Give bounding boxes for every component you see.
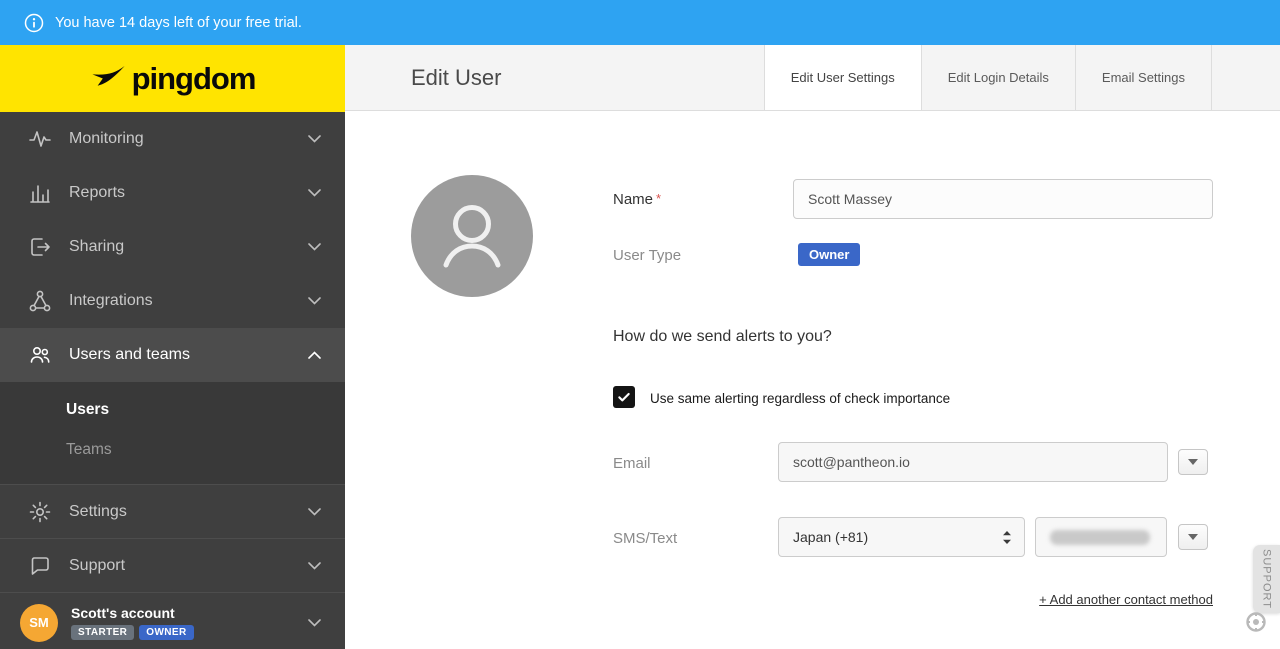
- sidebar-item-integrations[interactable]: Integrations: [0, 274, 345, 328]
- owner-badge: OWNER: [139, 625, 193, 640]
- page-header: Edit User Edit User Settings Edit Login …: [345, 45, 1280, 111]
- sidebar-item-support[interactable]: Support: [0, 538, 345, 592]
- sidebar-item-settings[interactable]: Settings: [0, 484, 345, 538]
- sms-label: SMS/Text: [613, 530, 677, 547]
- tab-label: Edit User Settings: [791, 70, 895, 85]
- redacted-phone-value: [1050, 530, 1150, 545]
- chevron-down-icon: [308, 562, 321, 570]
- sidebar-item-label: Support: [69, 557, 125, 575]
- email-input[interactable]: [778, 442, 1168, 482]
- add-contact-link[interactable]: + Add another contact method: [1039, 592, 1213, 607]
- tab-label: Edit Login Details: [948, 70, 1049, 85]
- monitoring-icon: [28, 127, 52, 151]
- chevron-down-icon: [308, 135, 321, 143]
- sidebar-item-label: Reports: [69, 184, 125, 202]
- sidebar-item-label: Sharing: [69, 238, 124, 256]
- checkmark-icon: [616, 389, 632, 405]
- support-tab[interactable]: SUPPORT: [1253, 545, 1280, 613]
- sidebar-item-reports[interactable]: Reports: [0, 166, 345, 220]
- name-input[interactable]: [793, 179, 1213, 219]
- chat-icon: [28, 554, 52, 578]
- chevron-down-icon: [308, 619, 321, 627]
- avatar: SM: [20, 604, 58, 642]
- tab-bar: Edit User Settings Edit Login Details Em…: [764, 45, 1212, 110]
- pingdom-logo[interactable]: pingdom: [0, 45, 345, 112]
- sidebar-item-label: Integrations: [69, 292, 153, 310]
- alerts-heading: How do we send alerts to you?: [613, 328, 832, 346]
- users-and-teams-submenu: Users Teams: [0, 382, 345, 484]
- integrations-icon: [28, 289, 52, 313]
- phone-input[interactable]: [1035, 517, 1167, 557]
- select-stepper-icon: [1002, 530, 1012, 545]
- same-alerting-checkbox-label: Use same alerting regardless of check im…: [650, 391, 950, 406]
- chevron-up-icon: [308, 351, 321, 359]
- trial-banner-text: You have 14 days left of your free trial…: [55, 15, 302, 31]
- chevron-down-icon: [308, 508, 321, 516]
- country-select-value: Japan (+81): [793, 529, 868, 545]
- support-beacon-icon[interactable]: [1245, 611, 1267, 633]
- gear-icon: [28, 500, 52, 524]
- tab-edit-login-details[interactable]: Edit Login Details: [921, 45, 1075, 110]
- page-title: Edit User: [411, 65, 501, 91]
- chevron-down-icon: [308, 297, 321, 305]
- tab-edit-user-settings[interactable]: Edit User Settings: [764, 45, 921, 110]
- name-label: Name*: [613, 191, 661, 208]
- sidebar-subitem-users[interactable]: Users: [0, 390, 345, 430]
- sidebar-item-label: Settings: [69, 503, 127, 521]
- country-select[interactable]: Japan (+81): [778, 517, 1025, 557]
- email-label: Email: [613, 455, 651, 472]
- info-icon: [24, 13, 44, 33]
- account-info: Scott's account STARTER OWNER: [71, 605, 194, 640]
- same-alerting-checkbox[interactable]: [613, 386, 635, 408]
- caret-down-icon: [1188, 459, 1198, 465]
- pingdom-bird-icon: [90, 65, 126, 92]
- email-options-button[interactable]: [1178, 449, 1208, 475]
- sharing-icon: [28, 235, 52, 259]
- caret-down-icon: [1188, 534, 1198, 540]
- sidebar-subitem-label: Teams: [66, 441, 112, 459]
- tab-email-settings[interactable]: Email Settings: [1075, 45, 1212, 110]
- user-type-label: User Type: [613, 247, 681, 264]
- chevron-down-icon: [308, 243, 321, 251]
- sidebar-item-users-and-teams[interactable]: Users and teams: [0, 328, 345, 382]
- sms-options-button[interactable]: [1178, 524, 1208, 550]
- account-section[interactable]: SM Scott's account STARTER OWNER: [0, 592, 345, 649]
- user-type-badge: Owner: [798, 243, 860, 266]
- sidebar-subitem-label: Users: [66, 401, 109, 419]
- sidebar: pingdom Monitoring Reports Sharing: [0, 45, 345, 649]
- chevron-down-icon: [308, 189, 321, 197]
- sidebar-item-label: Monitoring: [69, 130, 144, 148]
- sidebar-item-sharing[interactable]: Sharing: [0, 220, 345, 274]
- reports-icon: [28, 181, 52, 205]
- sidebar-item-label: Users and teams: [69, 346, 190, 364]
- name-label-text: Name: [613, 191, 653, 208]
- trial-banner: You have 14 days left of your free trial…: [0, 0, 1280, 45]
- tab-label: Email Settings: [1102, 70, 1185, 85]
- account-name: Scott's account: [71, 605, 194, 621]
- user-avatar-placeholder: [411, 175, 533, 302]
- sidebar-item-monitoring[interactable]: Monitoring: [0, 112, 345, 166]
- users-icon: [28, 343, 52, 367]
- starter-badge: STARTER: [71, 625, 134, 640]
- main-panel: Edit User Edit User Settings Edit Login …: [345, 45, 1280, 649]
- edit-user-form: Name* User Type Owner How do we send ale…: [345, 111, 1280, 649]
- sidebar-subitem-teams[interactable]: Teams: [0, 430, 345, 470]
- required-marker: *: [656, 191, 661, 206]
- pingdom-logo-text: pingdom: [132, 61, 256, 97]
